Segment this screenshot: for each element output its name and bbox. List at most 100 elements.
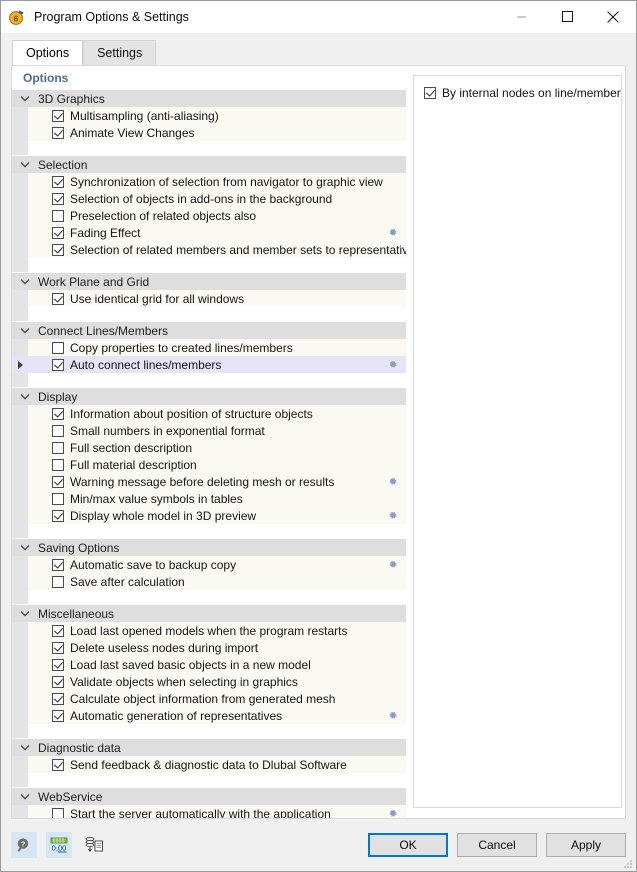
row-gutter[interactable] xyxy=(12,356,28,373)
chevron-down-icon[interactable] xyxy=(12,277,38,287)
chevron-down-icon[interactable] xyxy=(12,94,38,104)
options-tree[interactable]: 3D Graphics Multisampling (anti-aliasing)… xyxy=(12,89,406,818)
checkbox-checked[interactable] xyxy=(52,126,64,139)
checkbox-checked[interactable] xyxy=(52,692,64,705)
option-row[interactable]: Calculate object information from genera… xyxy=(12,690,406,707)
checkbox-checked[interactable] xyxy=(52,175,64,188)
option-row[interactable]: Automatic save to backup copy xyxy=(12,556,406,573)
chevron-down-icon[interactable] xyxy=(12,326,38,336)
checkbox-unchecked[interactable] xyxy=(52,492,64,505)
option-row[interactable]: Animate View Changes xyxy=(12,124,406,141)
checkbox-checked[interactable] xyxy=(52,624,64,637)
option-row[interactable]: Selection of related members and member … xyxy=(12,241,406,258)
section-header[interactable]: WebService xyxy=(12,787,406,805)
gear-icon[interactable] xyxy=(382,227,402,238)
chevron-down-icon[interactable] xyxy=(12,160,38,170)
option-row[interactable]: Fading Effect xyxy=(12,224,406,241)
checkbox-checked[interactable] xyxy=(52,709,64,722)
option-row[interactable]: Start the server automatically with the … xyxy=(12,805,406,818)
option-row[interactable]: Use identical grid for all windows xyxy=(12,290,406,307)
option-row[interactable]: Synchronization of selection from naviga… xyxy=(12,173,406,190)
option-row[interactable]: Save after calculation xyxy=(12,573,406,590)
checkbox-checked[interactable] xyxy=(52,109,64,122)
option-row[interactable]: Automatic generation of representatives xyxy=(12,707,406,724)
section-header[interactable]: Saving Options xyxy=(12,538,406,556)
tab-settings[interactable]: Settings xyxy=(83,40,157,65)
ok-button[interactable]: OK xyxy=(368,833,448,857)
tab-options-label: Options xyxy=(26,46,70,60)
option-row[interactable]: Load last opened models when the program… xyxy=(12,622,406,639)
sub-option-row[interactable]: By internal nodes on line/member xyxy=(414,84,621,101)
checkbox-checked[interactable] xyxy=(52,675,64,688)
chevron-down-icon[interactable] xyxy=(12,743,38,753)
checkbox-checked[interactable] xyxy=(52,509,64,522)
close-button[interactable] xyxy=(590,1,636,32)
minimize-button[interactable] xyxy=(498,1,544,32)
chevron-down-icon[interactable] xyxy=(12,792,38,802)
option-row[interactable]: Load last saved basic objects in a new m… xyxy=(12,656,406,673)
checkbox-checked[interactable] xyxy=(52,641,64,654)
checkbox-checked[interactable] xyxy=(52,758,64,771)
checkbox-unchecked[interactable] xyxy=(52,209,64,222)
option-row[interactable]: Copy properties to created lines/members xyxy=(12,339,406,356)
option-row[interactable]: Warning message before deleting mesh or … xyxy=(12,473,406,490)
section-header[interactable]: Selection xyxy=(12,155,406,173)
checkbox-checked[interactable] xyxy=(52,475,64,488)
checkbox-checked[interactable] xyxy=(424,86,436,99)
checkbox-checked[interactable] xyxy=(52,558,64,571)
number-format-icon[interactable]: 0,00 xyxy=(46,832,72,858)
copy-settings-icon[interactable] xyxy=(81,832,107,858)
options-left-pane: Options 3D Graphics Multisampling (anti-a… xyxy=(12,66,406,818)
chevron-down-icon[interactable] xyxy=(12,609,38,619)
checkbox-unchecked[interactable] xyxy=(52,575,64,588)
option-row[interactable]: Information about position of structure … xyxy=(12,405,406,422)
section-header[interactable]: Work Plane and Grid xyxy=(12,272,406,290)
resize-grip[interactable] xyxy=(623,858,633,868)
option-row[interactable]: Validate objects when selecting in graph… xyxy=(12,673,406,690)
apply-button[interactable]: Apply xyxy=(546,833,626,857)
checkbox-checked[interactable] xyxy=(52,226,64,239)
gear-icon[interactable] xyxy=(382,559,402,570)
cancel-button[interactable]: Cancel xyxy=(457,833,537,857)
gear-icon[interactable] xyxy=(382,808,402,818)
section-header[interactable]: Connect Lines/Members xyxy=(12,321,406,339)
section-header[interactable]: 3D Graphics xyxy=(12,89,406,107)
chevron-down-icon[interactable] xyxy=(12,392,38,402)
option-row[interactable]: Delete useless nodes during import xyxy=(12,639,406,656)
checkbox-checked[interactable] xyxy=(52,658,64,671)
option-row[interactable]: Preselection of related objects also xyxy=(12,207,406,224)
option-row[interactable]: Full section description xyxy=(12,439,406,456)
tab-options[interactable]: Options xyxy=(12,40,84,65)
option-row[interactable]: Small numbers in exponential format xyxy=(12,422,406,439)
checkbox-checked[interactable] xyxy=(52,358,64,371)
chevron-down-icon[interactable] xyxy=(12,543,38,553)
chevron-right-icon[interactable] xyxy=(17,360,23,369)
section-header[interactable]: Display xyxy=(12,387,406,405)
gear-icon[interactable] xyxy=(382,710,402,721)
gear-icon[interactable] xyxy=(382,510,402,521)
gear-icon[interactable] xyxy=(382,359,402,370)
option-row[interactable]: Send feedback & diagnostic data to Dluba… xyxy=(12,756,406,773)
options-section: Work Plane and Grid Use identical grid fo… xyxy=(12,272,406,321)
section-body: Load last opened models when the program… xyxy=(12,622,406,738)
checkbox-checked[interactable] xyxy=(52,243,64,256)
maximize-button[interactable] xyxy=(544,1,590,32)
option-row[interactable]: Min/max value symbols in tables xyxy=(12,490,406,507)
checkbox-checked[interactable] xyxy=(52,292,64,305)
option-row[interactable]: Selection of objects in add-ons in the b… xyxy=(12,190,406,207)
section-header[interactable]: Miscellaneous xyxy=(12,604,406,622)
gear-icon[interactable] xyxy=(382,476,402,487)
checkbox-checked[interactable] xyxy=(52,192,64,205)
checkbox-unchecked[interactable] xyxy=(52,458,64,471)
checkbox-checked[interactable] xyxy=(52,407,64,420)
checkbox-unchecked[interactable] xyxy=(52,807,64,818)
checkbox-unchecked[interactable] xyxy=(52,341,64,354)
help-icon[interactable]: ? xyxy=(11,832,37,858)
option-row[interactable]: Full material description xyxy=(12,456,406,473)
option-row[interactable]: Auto connect lines/members xyxy=(12,356,406,373)
option-row[interactable]: Display whole model in 3D preview xyxy=(12,507,406,524)
checkbox-unchecked[interactable] xyxy=(52,441,64,454)
option-row[interactable]: Multisampling (anti-aliasing) xyxy=(12,107,406,124)
checkbox-unchecked[interactable] xyxy=(52,424,64,437)
section-header[interactable]: Diagnostic data xyxy=(12,738,406,756)
